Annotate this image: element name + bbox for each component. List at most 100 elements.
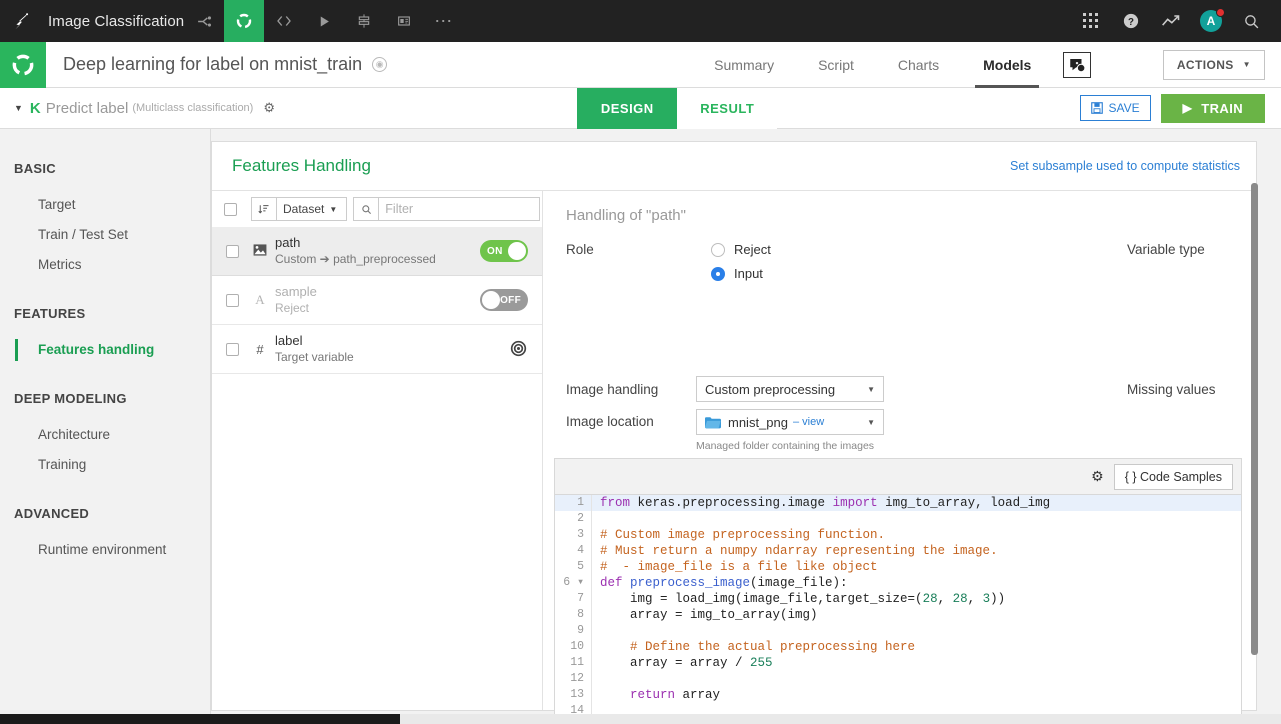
- code-text: from keras.preprocessing.image import im…: [600, 496, 1051, 510]
- set-subsample-link[interactable]: Set subsample used to compute statistics: [1010, 159, 1240, 173]
- code-content[interactable]: 1 from keras.preprocessing.image import i…: [555, 495, 1241, 719]
- tab-summary[interactable]: Summary: [692, 42, 796, 88]
- vertical-scrollbar-thumb[interactable]: [1251, 183, 1258, 655]
- role-radio-group: Reject Input: [711, 242, 771, 281]
- role-field: Role Reject Input: [566, 242, 771, 281]
- numerical-icon: #: [256, 341, 264, 357]
- panel-header: Features Handling Set subsample used to …: [212, 142, 1256, 191]
- code-editor: ⚙ { } Code Samples 1 from keras.preproces…: [554, 458, 1242, 720]
- activity-trend-icon[interactable]: [1151, 0, 1191, 42]
- more-icon[interactable]: ⋯: [424, 0, 464, 42]
- code-line: 5 # - image_file is a file like object: [555, 559, 1241, 575]
- help-icon[interactable]: ?: [1111, 0, 1151, 42]
- image-location-select[interactable]: mnist_png – view ▼: [696, 409, 884, 435]
- sidebar-item-training[interactable]: Training: [0, 450, 210, 480]
- actions-label: ACTIONS: [1176, 57, 1234, 72]
- actions-button[interactable]: ACTIONS ▼: [1162, 49, 1265, 80]
- search-icon[interactable]: [1231, 0, 1271, 42]
- role-option-reject[interactable]: Reject: [711, 242, 771, 257]
- train-button[interactable]: ▶ TRAIN: [1160, 93, 1266, 123]
- collapse-caret-icon[interactable]: ▼: [14, 103, 23, 113]
- sidebar-item-features-handling[interactable]: Features handling: [0, 335, 210, 365]
- sidebar-item-runtime-environment[interactable]: Runtime environment: [0, 535, 210, 565]
- feature-toggle[interactable]: OFF: [480, 289, 528, 311]
- sidebar-group-basic: BASIC: [14, 161, 56, 176]
- list-item[interactable]: path Custom ➔ path_preprocessed ON: [212, 227, 542, 276]
- lab-icon[interactable]: [224, 0, 265, 42]
- list-item[interactable]: A sample Reject OFF: [212, 276, 542, 325]
- flow-icon[interactable]: [184, 0, 224, 42]
- tab-design[interactable]: DESIGN: [577, 87, 678, 129]
- filter-input[interactable]: [378, 197, 541, 221]
- variable-type-label: Variable type: [1127, 242, 1205, 257]
- tab-result[interactable]: RESULT: [677, 87, 778, 129]
- feature-name: path: [275, 235, 301, 250]
- save-button[interactable]: SAVE: [1079, 95, 1151, 121]
- train-label: TRAIN: [1201, 100, 1244, 116]
- tab-models[interactable]: Models: [961, 42, 1053, 88]
- model-settings-gear-icon[interactable]: ⚙: [263, 100, 275, 116]
- model-kind-badge: K: [29, 99, 41, 117]
- row-checkbox[interactable]: [226, 342, 239, 356]
- code-text: # Custom image preprocessing function.: [600, 528, 886, 542]
- horizontal-scrollbar-thumb[interactable]: [0, 714, 400, 724]
- page-title: Deep learning for label on mnist_train: [63, 54, 363, 74]
- image-handling-select[interactable]: Custom preprocessing ▼: [696, 376, 884, 402]
- line-number: 13: [555, 687, 592, 703]
- tab-script[interactable]: Script: [796, 42, 876, 88]
- feature-list-column: Dataset ▼ path Custom ➔ path_preprocesse…: [212, 191, 543, 710]
- code-icon[interactable]: [264, 0, 304, 42]
- sidebar-item-architecture[interactable]: Architecture: [0, 420, 210, 450]
- line-number: 2: [555, 511, 592, 527]
- model-section-tabs: Summary Script Charts Models: [692, 42, 1092, 88]
- jobs-icon[interactable]: [304, 0, 344, 42]
- role-label: Role: [566, 242, 594, 257]
- code-text: img = load_img(image_file,target_size=(2…: [600, 592, 1006, 606]
- variable-type-field: Variable type A Categorical # Numerical: [1127, 242, 1256, 355]
- row-checkbox[interactable]: [226, 244, 239, 258]
- chevron-down-icon: ▼: [1242, 60, 1251, 69]
- code-line: 1 from keras.preprocessing.image import i…: [555, 495, 1241, 511]
- sort-icon[interactable]: [251, 197, 277, 221]
- image-handling-field: Image handling Custom preprocessing ▼: [566, 376, 884, 402]
- dataiku-bird-logo[interactable]: [0, 0, 42, 42]
- code-line: 4 # Must return a numpy ndarray represent…: [555, 543, 1241, 559]
- select-all-checkbox[interactable]: [224, 202, 237, 216]
- code-line: 6 ▾ def preprocess_image(image_file):: [555, 575, 1241, 591]
- project-name[interactable]: Image Classification: [42, 13, 184, 30]
- apps-grid-icon[interactable]: [1071, 0, 1111, 42]
- tab-charts[interactable]: Charts: [876, 42, 961, 88]
- radio-button[interactable]: [711, 266, 725, 281]
- code-line: 3 # Custom image preprocessing function.: [555, 527, 1241, 543]
- image-location-label: Image location: [566, 414, 654, 429]
- role-option-input[interactable]: Input: [711, 266, 771, 281]
- feature-toggle[interactable]: ON: [480, 240, 528, 262]
- feature-name: label: [275, 333, 303, 348]
- feature-subtitle: Custom ➔ path_preprocessed: [275, 252, 436, 266]
- gear-icon[interactable]: ⚙: [1091, 468, 1104, 485]
- toggle-label: ON: [487, 245, 503, 257]
- discussions-icon[interactable]: [1063, 51, 1092, 78]
- dataset-sort-dropdown[interactable]: Dataset ▼: [277, 197, 348, 221]
- row-checkbox[interactable]: [226, 293, 239, 307]
- automation-icon[interactable]: [344, 0, 384, 42]
- image-location-value: mnist_png: [728, 414, 788, 430]
- sidebar-item-metrics[interactable]: Metrics: [0, 250, 210, 280]
- code-samples-button[interactable]: { } Code Samples: [1113, 463, 1233, 490]
- project-header: Deep learning for label on mnist_train ◉…: [0, 41, 1281, 88]
- feature-subtitle: Target variable: [275, 350, 354, 364]
- feature-name: sample: [275, 284, 317, 299]
- list-item[interactable]: # label Target variable: [212, 325, 542, 374]
- radio-button[interactable]: [711, 242, 725, 257]
- user-avatar[interactable]: A: [1191, 0, 1231, 42]
- view-link[interactable]: – view: [793, 416, 824, 428]
- target-variable-icon: [510, 340, 528, 358]
- chevron-down-icon: ▼: [867, 384, 875, 394]
- line-number: 5: [555, 559, 592, 575]
- code-line: 11 array = array / 255: [555, 655, 1241, 671]
- info-icon[interactable]: ◉: [372, 57, 388, 72]
- lab-section-icon: [0, 41, 46, 88]
- sidebar-item-train-test-set[interactable]: Train / Test Set: [0, 220, 210, 250]
- dashboards-icon[interactable]: [384, 0, 424, 42]
- sidebar-item-target[interactable]: Target: [0, 190, 210, 220]
